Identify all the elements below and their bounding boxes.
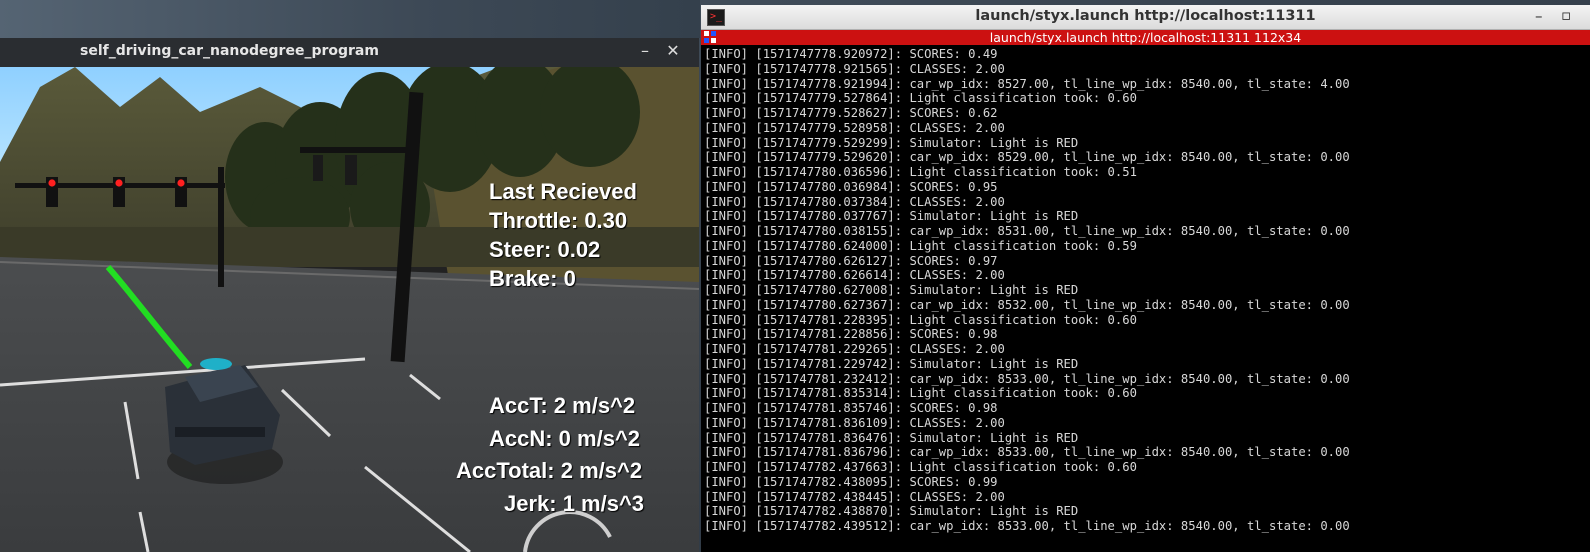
desktop-panel-stripe bbox=[0, 0, 700, 38]
terminal-line: [INFO] [1571747781.228856]: SCORES: 0.98 bbox=[704, 327, 998, 342]
terminal-line: [INFO] [1571747780.627367]: car_wp_idx: … bbox=[704, 297, 1350, 312]
terminal-line: [INFO] [1571747780.626614]: CLASSES: 2.0… bbox=[704, 268, 1005, 283]
terminal-window-title: launch/styx.launch http://localhost:1131… bbox=[975, 8, 1316, 24]
terminal-line: [INFO] [1571747778.920972]: SCORES: 0.49 bbox=[704, 47, 998, 61]
simulator-title: self_driving_car_nanodegree_program bbox=[80, 43, 379, 59]
terminal-line: [INFO] [1571747780.038155]: car_wp_idx: … bbox=[704, 224, 1350, 238]
simulator-viewport[interactable]: Last Recieved Throttle: 0.30 Steer: 0.02… bbox=[0, 67, 699, 552]
terminal-line: [INFO] [1571747781.836476]: Simulator: L… bbox=[704, 430, 1079, 445]
terminal-line: [INFO] [1571747782.437663]: Light classi… bbox=[704, 460, 1137, 474]
hud-acc-n: AccN: 0 m/s^2 bbox=[489, 426, 641, 451]
close-button[interactable]: ✕ bbox=[664, 42, 682, 60]
terminal-line: [INFO] [1571747781.232412]: car_wp_idx: … bbox=[704, 371, 1350, 386]
simulator-titlebar[interactable]: self_driving_car_nanodegree_program – ✕ bbox=[0, 38, 699, 68]
terminal-line: [INFO] [1571747778.921565]: CLASSES: 2.0… bbox=[704, 61, 1005, 76]
terminal-line: [INFO] [1571747779.529620]: car_wp_idx: … bbox=[704, 150, 1350, 165]
terminal-line: [INFO] [1571747781.229265]: CLASSES: 2.0… bbox=[704, 342, 1005, 356]
hud-acc-t: AccT: 2 m/s^2 bbox=[489, 393, 636, 418]
terminal-line: [INFO] [1571747782.438095]: SCORES: 0.99 bbox=[704, 474, 998, 489]
terminal-line: [INFO] [1571747782.439512]: car_wp_idx: … bbox=[704, 519, 1350, 533]
terminal-titlebar[interactable]: >_ launch/styx.launch http://localhost:1… bbox=[701, 5, 1590, 30]
minimize-button[interactable]: – bbox=[1535, 7, 1543, 25]
hud-throttle: Throttle: 0.30 bbox=[489, 208, 628, 233]
terminal-line: [INFO] [1571747779.529299]: Simulator: L… bbox=[704, 135, 1079, 150]
simulator-window[interactable]: self_driving_car_nanodegree_program – ✕ bbox=[0, 38, 699, 552]
terminal-line: [INFO] [1571747781.228395]: Light classi… bbox=[704, 312, 1137, 327]
terminal-line: [INFO] [1571747781.835746]: SCORES: 0.98 bbox=[704, 401, 998, 415]
hud-last-received: Last Recieved bbox=[489, 179, 637, 204]
terminal-line: [INFO] [1571747778.921994]: car_wp_idx: … bbox=[704, 76, 1350, 91]
terminal-line: [INFO] [1571747781.836796]: car_wp_idx: … bbox=[704, 445, 1350, 460]
terminal-line: [INFO] [1571747781.229742]: Simulator: L… bbox=[704, 356, 1079, 371]
minimize-button[interactable]: – bbox=[636, 42, 654, 60]
terminal-line: [INFO] [1571747782.438445]: CLASSES: 2.0… bbox=[704, 489, 1005, 504]
terminal-line: [INFO] [1571747780.037384]: CLASSES: 2.0… bbox=[704, 194, 1005, 209]
terminal-tab-title: launch/styx.launch http://localhost:1131… bbox=[989, 30, 1302, 45]
maximize-button[interactable]: ▫ bbox=[1561, 6, 1571, 24]
terminal-line: [INFO] [1571747779.528627]: SCORES: 0.62 bbox=[704, 106, 998, 120]
terminal-line: [INFO] [1571747782.438870]: Simulator: L… bbox=[704, 504, 1079, 519]
terminal-line: [INFO] [1571747781.835314]: Light classi… bbox=[704, 386, 1137, 401]
terminal-line: [INFO] [1571747780.036596]: Light classi… bbox=[704, 165, 1137, 179]
hud-steer: Steer: 0.02 bbox=[489, 237, 601, 262]
hud-brake: Brake: 0 bbox=[489, 266, 576, 291]
terminal-line: [INFO] [1571747780.036984]: SCORES: 0.95 bbox=[704, 179, 998, 194]
terminal-line: [INFO] [1571747780.037767]: Simulator: L… bbox=[704, 209, 1079, 224]
terminal-output[interactable]: [INFO] [1571747778.920972]: SCORES: 0.49… bbox=[704, 47, 1588, 552]
hud-jerk: Jerk: 1 m/s^3 bbox=[504, 491, 645, 516]
terminal-line: [INFO] [1571747781.836109]: CLASSES: 2.0… bbox=[704, 415, 1005, 430]
terminal-line: [INFO] [1571747779.528958]: CLASSES: 2.0… bbox=[704, 120, 1005, 135]
terminal-line: [INFO] [1571747780.626127]: SCORES: 0.97 bbox=[704, 253, 998, 268]
terminal-line: [INFO] [1571747780.627008]: Simulator: L… bbox=[704, 283, 1079, 297]
terminal-window[interactable]: >_ launch/styx.launch http://localhost:1… bbox=[701, 5, 1590, 552]
terminal-tab-bar[interactable]: launch/styx.launch http://localhost:1131… bbox=[701, 30, 1590, 45]
hud-acc-total: AccTotal: 2 m/s^2 bbox=[456, 458, 643, 483]
terminal-line: [INFO] [1571747779.527864]: Light classi… bbox=[704, 91, 1137, 106]
terminal-line: [INFO] [1571747780.624000]: Light classi… bbox=[704, 238, 1137, 253]
